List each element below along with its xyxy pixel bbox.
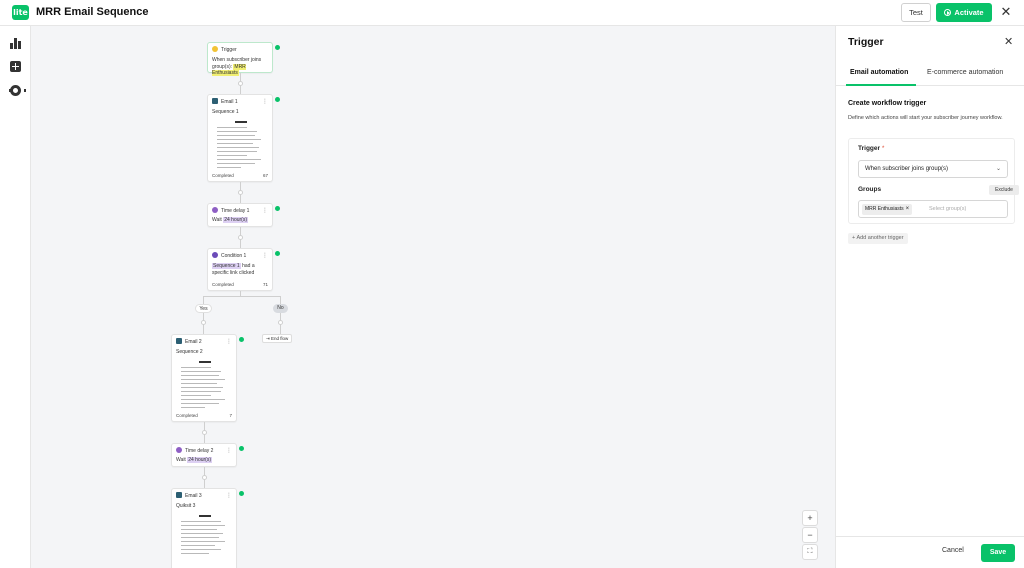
email-preview [217,119,263,169]
condition-icon [212,252,218,258]
status-check-icon [239,491,244,496]
time-delay-node[interactable]: Time delay 2 ⋮ Wait 24 hour(s) [171,443,237,467]
add-step-icon[interactable] [201,320,206,325]
trigger-panel: Trigger ✕ Email automation E-commerce au… [835,26,1024,568]
add-another-trigger-button[interactable]: + Add another trigger [848,233,908,244]
exclude-button[interactable]: Exclude [989,185,1019,195]
bar-chart-icon[interactable] [10,38,21,49]
more-icon[interactable]: ⋮ [226,338,232,347]
zoom-in-button[interactable]: + [802,510,818,526]
status-check-icon [239,337,244,342]
left-rail [0,26,31,568]
more-icon[interactable]: ⋮ [262,252,268,261]
add-step-icon[interactable] [202,430,207,435]
play-icon [944,9,952,16]
fit-view-button[interactable]: ⛶ [802,544,818,560]
add-square-icon[interactable] [10,61,21,72]
status-check-icon [275,251,280,256]
end-flow-node[interactable]: ⇥ End flow [262,334,293,343]
add-step-icon[interactable] [238,190,243,195]
remove-chip-icon[interactable]: × [906,206,910,212]
status-check-icon [239,446,244,451]
trigger-label: Trigger [858,145,881,152]
trigger-select[interactable]: When subscriber joins group(s) ⌄ [858,160,1008,178]
email-preview [181,359,227,409]
yes-branch-label: Yes [195,304,212,313]
add-step-icon[interactable] [238,235,243,240]
groups-input[interactable]: MRR Enthusiasts × Select group(s) [858,200,1008,218]
groups-placeholder: Select group(s) [929,206,967,212]
clock-icon [176,447,182,453]
more-icon[interactable]: ⋮ [262,207,268,216]
email-icon [176,492,182,498]
email-node[interactable]: Email 1 ⋮ Sequence 1 Completed 67 [207,94,273,182]
panel-title: Trigger [848,36,884,48]
automation-tabs: Email automation E-commerce automation [836,62,1024,86]
top-bar: lite MRR Email Sequence Test Activate ✕ [0,0,1024,26]
add-step-icon[interactable] [202,475,207,480]
status-check-icon [275,206,280,211]
chevron-down-icon: ⌄ [995,166,1001,172]
close-icon[interactable]: ✕ [999,4,1013,20]
tab-ecommerce-automation[interactable]: E-commerce automation [927,69,1003,76]
condition-node[interactable]: Condition 1 ⋮ Sequence 1 had a specific l… [207,248,273,291]
test-button[interactable]: Test [901,3,931,22]
email-node[interactable]: Email 3 ⋮ Quiksit 3 [171,488,237,568]
more-icon[interactable]: ⋮ [226,447,232,456]
status-check-icon [275,97,280,102]
mailerlite-logo[interactable]: lite [12,5,29,20]
section-description: Define which actions will start your sub… [848,115,1003,121]
workflow-canvas[interactable]: Trigger When subscriber joins group(s): … [31,26,835,568]
time-delay-node[interactable]: Time delay 1 ⋮ Wait 24 hour(s) [207,203,273,227]
activate-button[interactable]: Activate [936,3,992,22]
group-chip: MRR Enthusiasts × [862,204,913,215]
tab-email-automation[interactable]: Email automation [850,69,908,76]
add-step-icon[interactable] [238,81,243,86]
groups-label: Groups [858,186,882,193]
trigger-icon [212,46,218,52]
cancel-button[interactable]: Cancel [942,547,964,554]
email-node[interactable]: Email 2 ⋮ Sequence 2 Completed 7 [171,334,237,422]
more-icon[interactable]: ⋮ [262,98,268,107]
panel-footer: Cancel Save [836,536,1024,568]
workflow-title[interactable]: MRR Email Sequence [36,6,148,18]
no-branch-label: No [273,304,288,313]
more-icon[interactable]: ⋮ [226,492,232,501]
gear-icon[interactable] [9,85,26,96]
email-preview [181,513,227,568]
trigger-card: Trigger * When subscriber joins group(s)… [848,138,1019,224]
email-icon [176,338,182,344]
trigger-node[interactable]: Trigger When subscriber joins group(s): … [207,42,273,76]
email-icon [212,98,218,104]
status-check-icon [275,45,280,50]
clock-icon [212,207,218,213]
close-icon[interactable]: ✕ [1004,35,1013,48]
section-title: Create workflow trigger [848,100,927,107]
save-button[interactable]: Save [981,544,1015,562]
zoom-out-button[interactable]: − [802,527,818,543]
add-step-icon[interactable] [278,320,283,325]
